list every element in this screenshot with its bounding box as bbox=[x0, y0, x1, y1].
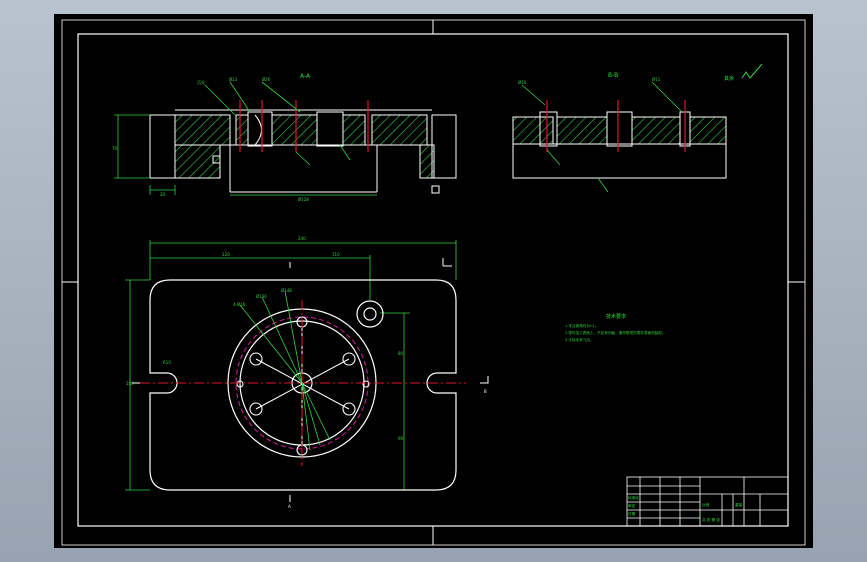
svg-text:R10: R10 bbox=[163, 360, 171, 365]
svg-text:Ø10: Ø10 bbox=[518, 80, 527, 85]
note-line-2: 2.零件加工表面上，不应有划痕、擦伤等损伤零件表面的缺陷。 bbox=[565, 330, 665, 335]
section-mark-b: B bbox=[484, 389, 487, 394]
section-label-a: A-A bbox=[300, 73, 311, 80]
svg-text:Ø26: Ø26 bbox=[262, 77, 271, 82]
svg-text:Ø13: Ø13 bbox=[229, 77, 238, 82]
dim-right: 110 bbox=[332, 252, 340, 257]
svg-text:沉头: 沉头 bbox=[197, 79, 205, 85]
dim-left: 120 bbox=[222, 252, 230, 257]
title-cell-3: 日期 bbox=[628, 511, 636, 516]
title-cell-1: 标准化 bbox=[628, 495, 639, 500]
section-mark-a: A bbox=[288, 504, 291, 509]
svg-text:76: 76 bbox=[112, 146, 118, 151]
svg-text:20: 20 bbox=[160, 192, 166, 197]
notes-title: 技术要求 bbox=[606, 313, 626, 320]
svg-text:Ø136: Ø136 bbox=[256, 294, 267, 299]
scale-label: 比例 bbox=[702, 502, 710, 507]
roughness-note: 其余 bbox=[724, 75, 734, 82]
weight-label: 重量 bbox=[735, 502, 743, 507]
note-line-3: 3.去除毛刺飞边。 bbox=[565, 337, 594, 342]
svg-text:90: 90 bbox=[398, 436, 404, 441]
title-cell-2: 审定 bbox=[628, 503, 636, 508]
dim-overall-width: 240 bbox=[298, 236, 306, 241]
svg-text:80: 80 bbox=[398, 351, 404, 356]
svg-text:Ø128: Ø128 bbox=[298, 197, 309, 202]
svg-text:Ø148: Ø148 bbox=[281, 288, 292, 293]
svg-text:4-Ø16: 4-Ø16 bbox=[233, 302, 246, 307]
note-line-1: 1.未注倒角均为C1。 bbox=[565, 323, 598, 328]
section-label-b: B-B bbox=[608, 72, 618, 79]
svg-text:Ø11: Ø11 bbox=[652, 77, 661, 82]
drawing-sheet bbox=[54, 14, 813, 548]
drawing-canvas[interactable]: 76 20 Ø128 沉头 Ø13 Ø26 A-A Ø10 Ø11 B-B 其余… bbox=[0, 0, 867, 562]
sheet-label: 共 张 第 张 bbox=[702, 517, 720, 522]
